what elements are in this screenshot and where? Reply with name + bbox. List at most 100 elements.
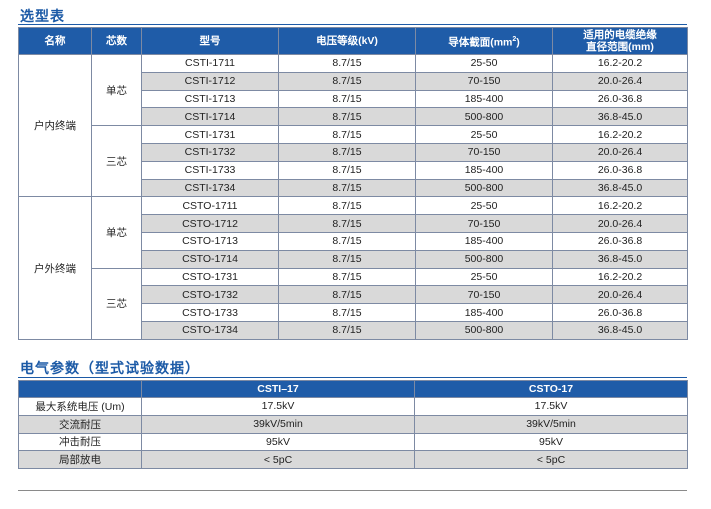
- selection-table-title: 选型表: [20, 8, 65, 24]
- model-cell: CSTO-1714: [141, 249, 279, 269]
- csti-value-cell: < 5pC: [141, 450, 415, 470]
- model-cell: CSTO-1733: [141, 303, 279, 322]
- voltage-cell: 8.7/15: [278, 303, 416, 322]
- header-section: 导体截面(mm2): [415, 27, 553, 55]
- voltage-cell: 8.7/15: [278, 249, 416, 269]
- voltage-cell: 8.7/15: [278, 89, 416, 109]
- section-cell: 25-50: [415, 196, 553, 216]
- section-cell: 500-800: [415, 178, 553, 198]
- section-cell: 25-50: [415, 267, 553, 287]
- electrical-header-csti: CSTI–17: [141, 380, 415, 398]
- section-cell: 25-50: [415, 54, 553, 73]
- section-cell: 25-50: [415, 125, 553, 144]
- csto-value-cell: 39kV/5min: [414, 414, 688, 434]
- table-row: 交流耐压 39kV/5min 39kV/5min: [18, 414, 688, 434]
- core-count-cell: 三芯: [91, 267, 142, 340]
- csti-value-cell: 39kV/5min: [141, 414, 415, 434]
- table-row: 户外终端 单芯 CSTO-1711 8.7/15 25-50 16.2-20.2: [18, 196, 688, 340]
- selection-table-body: 户内终端 单芯 CSTI-1711 8.7/15 25-50 16.2-20.2 CSTI-…: [18, 53, 688, 340]
- model-cell: CSTO-1732: [141, 285, 279, 305]
- csto-value-cell: 95kV: [414, 432, 688, 452]
- header-section-suffix: ): [516, 36, 520, 49]
- header-diameter-line2: 直径范围(mm): [586, 41, 654, 53]
- diameter-cell: 36.8-45.0: [552, 178, 688, 198]
- electrical-header-csto: CSTO-17: [414, 380, 688, 398]
- selection-header-row: 名称 芯数 型号 电压等级(kV) 导体截面(mm2) 适用的电缆绝缘 直径范围(…: [18, 27, 688, 55]
- header-diameter-line1: 适用的电缆绝缘: [583, 29, 657, 41]
- model-cell: CSTI-1713: [141, 89, 279, 109]
- selection-table: 名称 芯数 型号 电压等级(kV) 导体截面(mm2) 适用的电缆绝缘 直径范围(…: [18, 27, 688, 340]
- voltage-cell: 8.7/15: [278, 160, 416, 180]
- section-cell: 70-150: [415, 214, 553, 233]
- diameter-cell: 20.0-26.4: [552, 142, 688, 162]
- model-cell: CSTI-1731: [141, 125, 279, 144]
- table-row: 三芯 CSTI-1731 8.7/15 25-50 16.2-20.2: [19, 125, 688, 198]
- model-cell: CSTI-1733: [141, 160, 279, 180]
- diameter-cell: 26.0-36.8: [552, 160, 688, 180]
- section-cell: 70-150: [415, 71, 553, 91]
- header-cores: 芯数: [91, 27, 142, 55]
- electrical-header-blank: [18, 380, 142, 398]
- voltage-cell: 8.7/15: [278, 178, 416, 198]
- header-section-prefix: 导体截面(mm: [448, 36, 513, 49]
- diameter-cell: 20.0-26.4: [552, 71, 688, 91]
- model-cell: CSTO-1734: [141, 320, 279, 340]
- diameter-cell: 16.2-20.2: [552, 196, 688, 216]
- diameter-cell: 26.0-36.8: [552, 89, 688, 109]
- section-cell: 500-800: [415, 249, 553, 269]
- model-cell: CSTI-1714: [141, 107, 279, 127]
- core-count-cell: 单芯: [91, 53, 142, 127]
- electrical-table: CSTI–17 CSTO-17 最大系统电压 (Um) 17.5kV 17.5kV 交…: [18, 380, 688, 470]
- csto-value-cell: 17.5kV: [414, 397, 688, 416]
- model-cell: CSTI-1732: [141, 142, 279, 162]
- section-cell: 70-150: [415, 142, 553, 162]
- section-cell: 185-400: [415, 303, 553, 322]
- selection-title-rule: [18, 24, 687, 25]
- voltage-cell: 8.7/15: [278, 267, 416, 287]
- section-cell: 185-400: [415, 89, 553, 109]
- core-count-cell: 三芯: [91, 125, 142, 198]
- terminal-type-cell: 户外终端: [18, 196, 92, 340]
- parameter-label-cell: 最大系统电压 (Um): [18, 397, 142, 416]
- section-cell: 185-400: [415, 160, 553, 180]
- footer-rule: [18, 490, 687, 491]
- header-name: 名称: [18, 27, 92, 55]
- electrical-table-title: 电气参数（型式试验数据）: [20, 360, 200, 376]
- diameter-cell: 26.0-36.8: [552, 231, 688, 251]
- parameter-label-cell: 交流耐压: [18, 414, 142, 434]
- header-diameter: 适用的电缆绝缘 直径范围(mm): [552, 27, 688, 55]
- model-cell: CSTO-1711: [141, 196, 279, 216]
- diameter-cell: 36.8-45.0: [552, 107, 688, 127]
- csto-value-cell: < 5pC: [414, 450, 688, 470]
- diameter-cell: 26.0-36.8: [552, 303, 688, 322]
- voltage-cell: 8.7/15: [278, 196, 416, 216]
- model-cell: CSTI-1734: [141, 178, 279, 198]
- voltage-cell: 8.7/15: [278, 285, 416, 305]
- diameter-cell: 16.2-20.2: [552, 125, 688, 144]
- voltage-cell: 8.7/15: [278, 54, 416, 73]
- parameter-label-cell: 冲击耐压: [18, 432, 142, 452]
- header-model: 型号: [141, 27, 279, 55]
- model-cell: CSTO-1731: [141, 267, 279, 287]
- section-cell: 185-400: [415, 231, 553, 251]
- voltage-cell: 8.7/15: [278, 231, 416, 251]
- electrical-table-body: 最大系统电压 (Um) 17.5kV 17.5kV 交流耐压 39kV/5min 39kV…: [18, 397, 688, 470]
- diameter-cell: 20.0-26.4: [552, 285, 688, 305]
- table-row: 三芯 CSTO-1731 8.7/15 25-50 16.2-20.2: [19, 267, 688, 340]
- table-row: 最大系统电压 (Um) 17.5kV 17.5kV: [18, 397, 688, 416]
- diameter-cell: 36.8-45.0: [552, 320, 688, 340]
- header-voltage: 电压等级(kV): [278, 27, 416, 55]
- diameter-cell: 20.0-26.4: [552, 214, 688, 233]
- table-row: 户内终端 单芯 CSTI-1711 8.7/15 25-50 16.2-20.2: [18, 53, 688, 198]
- voltage-cell: 8.7/15: [278, 107, 416, 127]
- voltage-cell: 8.7/15: [278, 142, 416, 162]
- model-cell: CSTI-1711: [141, 54, 279, 73]
- diameter-cell: 16.2-20.2: [552, 267, 688, 287]
- section-cell: 70-150: [415, 285, 553, 305]
- core-count-cell: 单芯: [91, 196, 142, 269]
- model-cell: CSTO-1713: [141, 231, 279, 251]
- voltage-cell: 8.7/15: [278, 71, 416, 91]
- model-cell: CSTI-1712: [141, 71, 279, 91]
- voltage-cell: 8.7/15: [278, 320, 416, 340]
- electrical-title-rule: [18, 377, 687, 378]
